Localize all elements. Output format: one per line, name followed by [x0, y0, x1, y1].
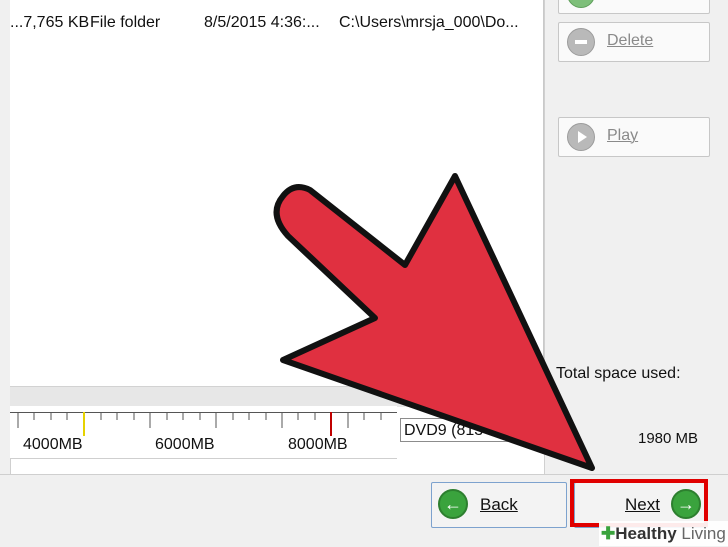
horizontal-scrollbar[interactable] — [10, 386, 544, 407]
ruler-ticks — [17, 412, 382, 436]
list-item[interactable]: ...7,765 KB File folder 8/5/2015 4:36:..… — [10, 14, 543, 34]
back-label: Back — [480, 495, 518, 514]
play-label: Play — [607, 127, 639, 144]
file-list[interactable]: ...7,765 KB File folder 8/5/2015 4:36:..… — [10, 0, 544, 386]
file-type: File folder — [90, 14, 161, 31]
total-space-value: 1980 MB — [638, 430, 699, 447]
ruler-label-4000: 4000MB — [23, 436, 83, 453]
brand-bold: Healthy — [615, 524, 677, 543]
play-icon — [567, 123, 595, 151]
side-panel: Delete Play — [544, 0, 728, 474]
next-highlight-box — [570, 479, 708, 527]
file-date: 8/5/2015 4:36:... — [204, 14, 320, 31]
disc-type-select[interactable]: DVD9 (813 — [400, 418, 544, 442]
healthy-living-watermark: ✚Healthy Living — [599, 521, 728, 546]
add-button[interactable] — [558, 0, 710, 14]
file-path: C:\Users\mrsja_000\Do... — [339, 14, 519, 31]
file-size: ...7,765 KB — [10, 14, 90, 31]
plus-icon: ✚ — [601, 524, 616, 543]
minus-circle-icon — [567, 28, 595, 56]
play-button[interactable]: Play — [558, 117, 710, 157]
ruler-label-6000: 6000MB — [155, 436, 215, 453]
delete-label: Delete — [607, 32, 654, 49]
total-space-label: Total space used: — [556, 365, 681, 382]
back-button[interactable]: ← Back — [431, 482, 567, 528]
ruler-label-8000: 8000MB — [288, 436, 348, 453]
add-icon — [567, 0, 595, 8]
brand-light: Living — [681, 524, 726, 543]
delete-button[interactable]: Delete — [558, 22, 710, 62]
capacity-ruler: 4000MB 6000MB 8000MB — [10, 406, 397, 459]
back-arrow-icon: ← — [438, 489, 468, 519]
